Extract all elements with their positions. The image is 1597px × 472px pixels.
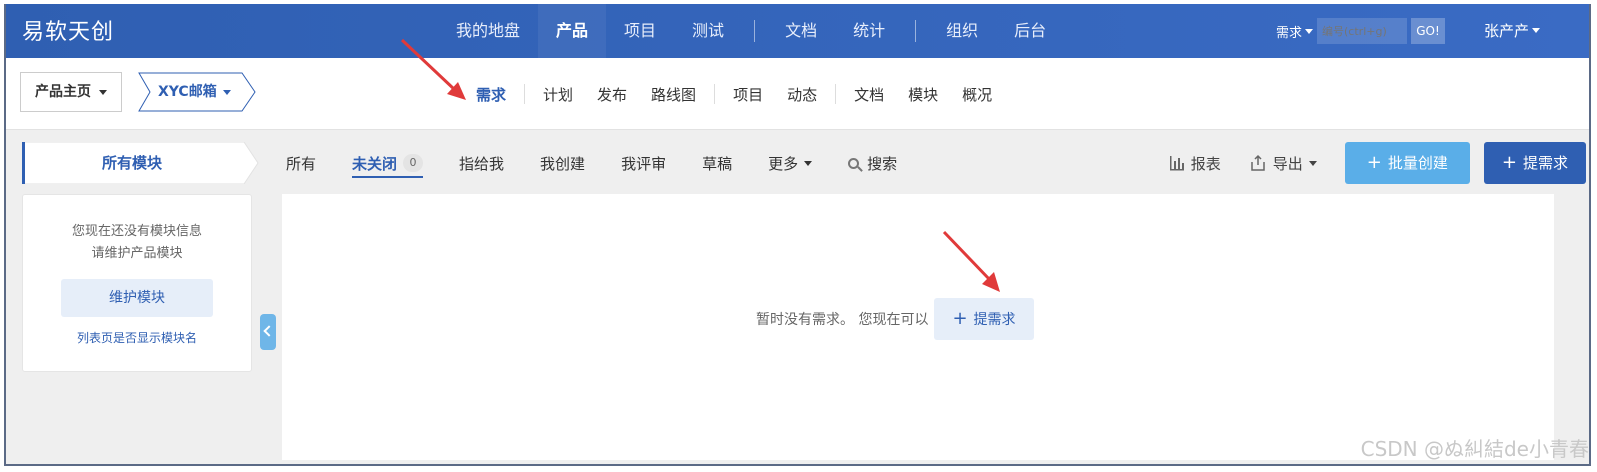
module-tab-label: 所有模块 — [101, 154, 162, 172]
subnav-item-plan[interactable]: 计划 — [531, 84, 585, 105]
report-button[interactable]: 报表 — [1169, 153, 1221, 174]
breadcrumb-product[interactable]: XYC邮箱 — [138, 72, 256, 112]
search-go-button[interactable]: GO! — [1411, 18, 1446, 44]
all-modules-tab[interactable]: 所有模块 — [22, 142, 260, 184]
export-icon — [1251, 154, 1265, 171]
search-toggle-label: 搜索 — [867, 154, 898, 173]
empty-message: 暂时没有需求。 您现在可以 — [756, 312, 929, 328]
subnav-item-module[interactable]: 模块 — [896, 84, 950, 105]
maintain-module-button[interactable]: 维护模块 — [61, 279, 213, 317]
nav-divider — [754, 20, 756, 42]
subnav-item-project[interactable]: 项目 — [721, 84, 775, 105]
nav-item-admin[interactable]: 后台 — [996, 4, 1064, 58]
breadcrumb-home-label: 产品主页 — [35, 84, 91, 100]
filter-unclosed[interactable]: 未关闭 0 — [352, 153, 424, 178]
create-story-label: 提需求 — [1522, 154, 1568, 172]
subnav-item-story[interactable]: 需求 — [464, 84, 518, 105]
search-toggle[interactable]: 搜索 — [848, 153, 897, 174]
subnav-item-release[interactable]: 发布 — [585, 84, 639, 105]
subnav-divider — [524, 84, 526, 104]
search-type-label: 需求 — [1276, 25, 1303, 41]
no-module-line2: 请维护产品模块 — [91, 246, 183, 261]
unclosed-count-badge: 0 — [403, 154, 424, 172]
watermark: CSDN @ぬ糾結de小青春 — [1360, 437, 1589, 461]
nav-divider — [915, 20, 917, 42]
search-icon — [848, 157, 860, 169]
batch-create-label: 批量创建 — [1387, 154, 1448, 172]
empty-create-label: 提需求 — [973, 312, 1016, 328]
filter-reviewed-by-me[interactable]: 我评审 — [621, 153, 666, 174]
report-label: 报表 — [1190, 154, 1221, 173]
nav-item-test[interactable]: 测试 — [674, 4, 742, 58]
product-sub-nav: 需求 计划 发布 路线图 项目 动态 文档 模块 概况 — [464, 58, 1004, 130]
main-nav: 我的地盘 产品 项目 测试 文档 统计 组织 后台 — [438, 4, 1064, 58]
nav-item-product[interactable]: 产品 — [538, 4, 607, 58]
subnav-divider — [835, 84, 837, 104]
chevron-down-icon — [804, 160, 813, 166]
search-type-select[interactable]: 需求 — [1272, 22, 1317, 41]
user-name: 张产产 — [1484, 22, 1530, 40]
chevron-down-icon — [222, 89, 231, 95]
top-navbar: 易软天创 我的地盘 产品 项目 测试 文档 统计 组织 后台 需求 GO! 张产… — [6, 4, 1589, 58]
nav-item-my-space[interactable]: 我的地盘 — [438, 4, 538, 58]
story-toolbar: 所有 未关闭 0 指给我 我创建 我评审 草稿 更多 搜索 报表 导出 + 批量… — [286, 140, 1586, 186]
no-module-line1: 您现在还没有模块信息 — [71, 224, 202, 239]
filter-more[interactable]: 更多 — [768, 153, 813, 174]
sub-navbar: 产品主页 XYC邮箱 需求 计划 发布 路线图 项目 动态 文档 模块 概况 — [6, 58, 1589, 130]
collapse-sidebar-toggle[interactable] — [260, 314, 276, 350]
nav-item-project[interactable]: 项目 — [606, 4, 674, 58]
filter-more-label: 更多 — [768, 154, 799, 173]
export-button[interactable]: 导出 — [1249, 153, 1317, 174]
subnav-item-doc[interactable]: 文档 — [842, 84, 896, 105]
chevron-down-icon — [99, 89, 107, 95]
filter-all[interactable]: 所有 — [286, 153, 316, 174]
filter-created-by-me[interactable]: 我创建 — [540, 153, 585, 174]
brand-logo[interactable]: 易软天创 — [22, 14, 114, 46]
plus-icon: + — [1501, 152, 1517, 173]
show-module-name-link[interactable]: 列表页是否显示模块名 — [23, 329, 251, 346]
nav-item-stats[interactable]: 统计 — [835, 4, 903, 58]
subnav-item-dynamic[interactable]: 动态 — [775, 84, 829, 105]
story-list-area: 暂时没有需求。 您现在可以 + 提需求 — [282, 194, 1554, 460]
filter-assigned-to-me[interactable]: 指给我 — [459, 153, 504, 174]
nav-item-org[interactable]: 组织 — [928, 4, 996, 58]
chevron-down-icon — [1308, 160, 1317, 166]
export-label: 导出 — [1272, 154, 1303, 173]
subnav-item-overview[interactable]: 概况 — [950, 84, 1004, 105]
user-menu[interactable]: 张产产 — [1484, 20, 1541, 41]
chevron-down-icon — [1532, 28, 1541, 33]
filter-unclosed-label: 未关闭 — [352, 154, 398, 173]
chevron-down-icon — [1305, 28, 1314, 34]
plus-icon: + — [1366, 152, 1382, 173]
bar-chart-icon — [1169, 156, 1184, 171]
quick-search: 需求 GO! — [1272, 18, 1446, 44]
nav-item-doc[interactable]: 文档 — [767, 4, 835, 58]
filter-draft[interactable]: 草稿 — [702, 153, 732, 174]
batch-create-button[interactable]: + 批量创建 — [1344, 142, 1470, 184]
subnav-item-roadmap[interactable]: 路线图 — [639, 84, 708, 105]
empty-state: 暂时没有需求。 您现在可以 + 提需求 — [756, 298, 1034, 340]
app-frame: 易软天创 我的地盘 产品 项目 测试 文档 统计 组织 后台 需求 GO! 张产… — [4, 4, 1591, 466]
breadcrumb-product-home[interactable]: 产品主页 — [20, 72, 122, 112]
breadcrumb-product-label: XYC邮箱 — [158, 84, 217, 100]
subnav-divider — [714, 84, 716, 104]
search-input[interactable] — [1317, 18, 1408, 44]
empty-create-story-button[interactable]: + 提需求 — [934, 298, 1034, 340]
plus-icon: + — [952, 308, 968, 329]
toolbar-actions: 报表 导出 + 批量创建 + 提需求 — [1169, 140, 1586, 186]
no-module-message: 您现在还没有模块信息 请维护产品模块 — [23, 221, 251, 265]
module-panel: 您现在还没有模块信息 请维护产品模块 维护模块 列表页是否显示模块名 — [22, 194, 252, 372]
create-story-button[interactable]: + 提需求 — [1483, 142, 1586, 184]
